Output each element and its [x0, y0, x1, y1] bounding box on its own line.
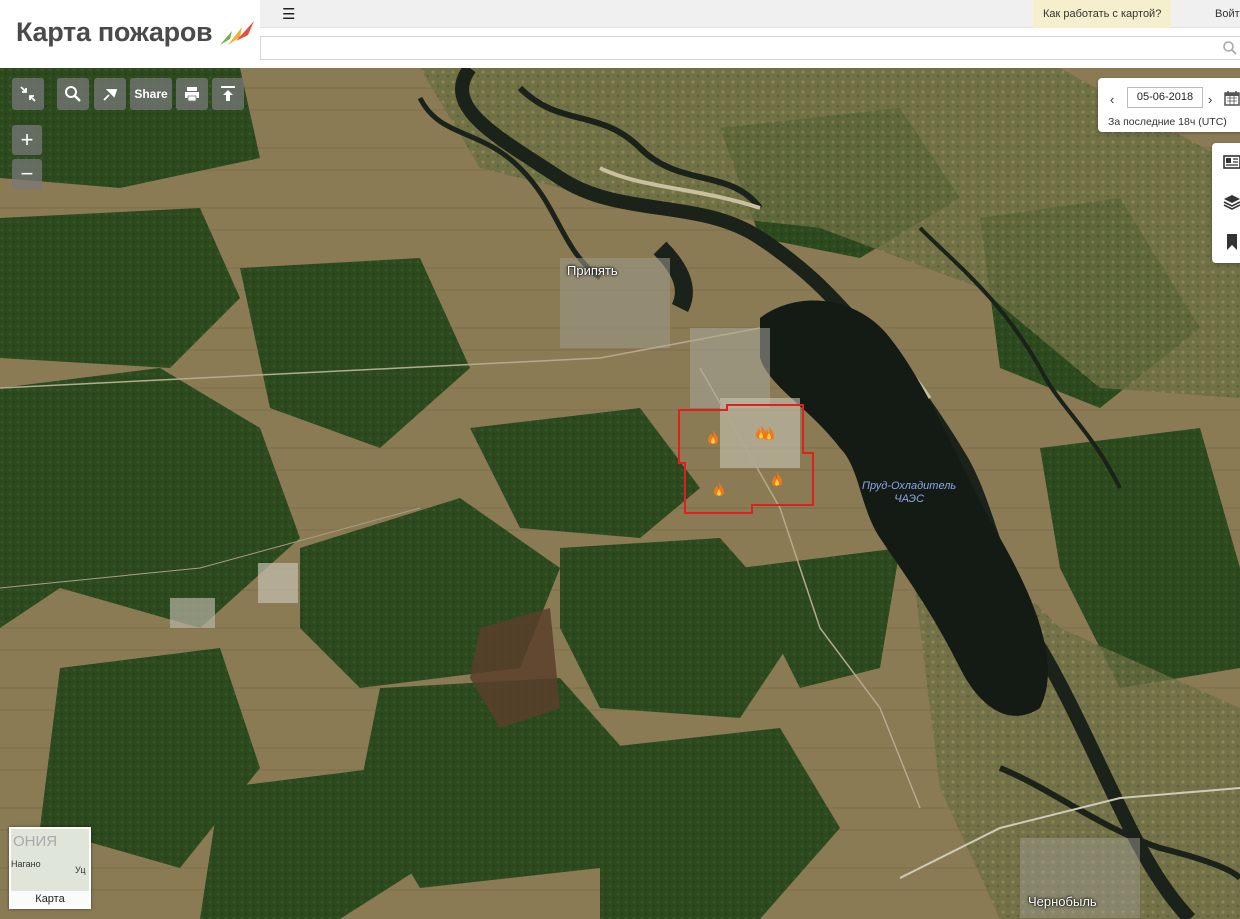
pin-button[interactable] — [94, 78, 126, 110]
header: Карта пожаров ☰ Как работать с картой? В… — [0, 0, 1240, 68]
app-title: Карта пожаров — [16, 16, 213, 47]
fullscreen-button[interactable] — [12, 78, 44, 110]
print-button[interactable] — [176, 78, 208, 110]
zoom-out-button[interactable]: − — [12, 159, 42, 189]
search-map-button[interactable] — [57, 78, 89, 110]
hamburger-icon[interactable]: ☰ — [282, 5, 295, 23]
flame-icon[interactable] — [770, 471, 784, 487]
print-icon — [185, 87, 199, 102]
lake-label-line2: ЧАЭС — [894, 493, 925, 505]
minimap-region-text: ОНИЯ — [13, 833, 58, 850]
search-box — [260, 36, 1240, 60]
minimap-city-2: Уц — [75, 865, 86, 875]
layers-icon[interactable] — [1223, 193, 1240, 211]
date-panel: ‹ 05-06-2018 › За последние 18ч (UTC) — [1098, 78, 1240, 132]
date-next-button[interactable]: › — [1208, 92, 1212, 107]
fullscreen-collapse-icon — [20, 86, 36, 102]
period-label: За последние 18ч (UTC) — [1108, 116, 1227, 128]
search-icon — [65, 86, 81, 102]
lake-label-line1: Пруд-Охладитель — [862, 480, 957, 492]
date-prev-button[interactable]: ‹ — [1110, 92, 1114, 107]
search-icon[interactable] — [1222, 40, 1238, 56]
help-button[interactable]: Как работать с картой? — [1033, 0, 1172, 28]
flame-icon[interactable] — [706, 429, 720, 445]
minimap-city-1: Нагано — [11, 859, 41, 869]
upload-icon — [221, 86, 235, 101]
search-input[interactable] — [261, 37, 1201, 59]
login-link[interactable]: Войт — [1215, 0, 1240, 28]
date-input[interactable]: 05-06-2018 — [1127, 87, 1203, 108]
place-label-chernobyl: Чернобыль — [1028, 894, 1097, 909]
logo[interactable]: Карта пожаров — [16, 14, 256, 50]
place-label-pripyat: Припять — [567, 263, 618, 278]
side-toolbar — [1212, 143, 1240, 263]
news-icon[interactable] — [1223, 153, 1240, 171]
basemap-label: Карта — [11, 891, 89, 907]
calendar-icon[interactable] — [1224, 90, 1240, 106]
satellite-map — [0, 68, 1240, 919]
logo-flame-icon — [220, 21, 255, 45]
map-view[interactable]: Share + − ‹ 05-06-2018 › За последние 18… — [0, 68, 1240, 919]
flame-icon[interactable] — [762, 425, 776, 441]
export-button[interactable] — [212, 78, 244, 110]
lake-label: Пруд-Охладитель ЧАЭС — [862, 480, 956, 506]
flame-icon[interactable] — [712, 481, 726, 497]
top-bar: ☰ Как работать с картой? Войт — [260, 0, 1240, 28]
bookmark-icon[interactable] — [1223, 233, 1240, 251]
share-button[interactable]: Share — [130, 78, 172, 110]
zoom-in-button[interactable]: + — [12, 125, 42, 155]
pin-icon — [103, 89, 118, 101]
basemap-switcher[interactable]: ОНИЯ Нагано Уц Карта — [9, 827, 91, 909]
